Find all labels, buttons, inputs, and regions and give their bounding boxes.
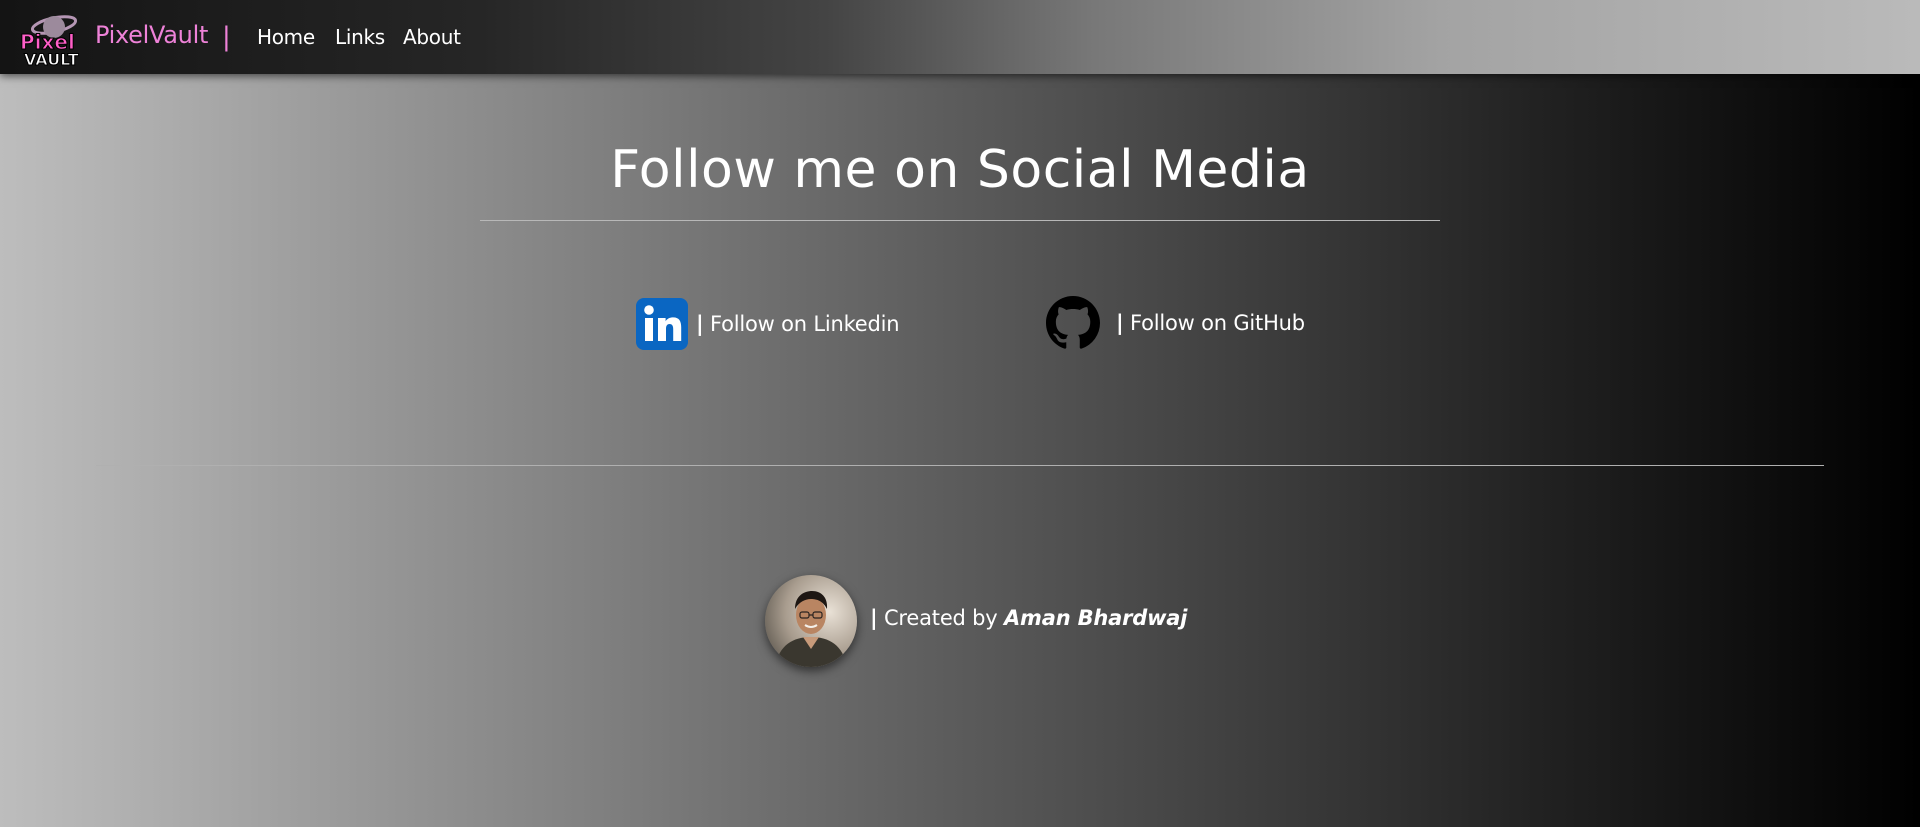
created-by-label: Created by — [883, 606, 998, 630]
nav-about-link[interactable]: About — [403, 25, 461, 49]
github-link[interactable]: | Follow on GitHub — [1046, 296, 1305, 350]
author-photo — [765, 575, 857, 667]
page-title: Follow me on Social Media — [610, 140, 1310, 200]
linkedin-link[interactable]: | Follow on Linkedin — [636, 298, 900, 350]
svg-text:VAULT: VAULT — [24, 50, 79, 67]
section-divider — [96, 465, 1824, 466]
nav-home-link[interactable]: Home — [257, 25, 315, 49]
github-label: Follow on GitHub — [1129, 311, 1305, 335]
linkedin-bar: | — [696, 312, 704, 336]
github-bar: | — [1116, 311, 1124, 335]
author-name: Aman Bhardwaj — [1004, 606, 1188, 630]
pixelvault-logo[interactable]: Pixel VAULT — [20, 11, 82, 67]
brand-link[interactable]: PixelVault — [95, 21, 208, 49]
avatar — [765, 575, 857, 667]
linkedin-label: Follow on Linkedin — [709, 312, 900, 336]
title-divider — [480, 220, 1440, 221]
github-icon — [1046, 296, 1100, 349]
creator-credit: | Created by Aman Bhardwaj — [870, 606, 1187, 630]
nav-links-link[interactable]: Links — [335, 25, 385, 49]
nav-separator: | — [222, 22, 231, 52]
creator-bar: | — [870, 606, 878, 630]
linkedin-icon — [636, 298, 688, 350]
navbar: Pixel VAULT PixelVault | Home Links Abou… — [0, 0, 1920, 74]
